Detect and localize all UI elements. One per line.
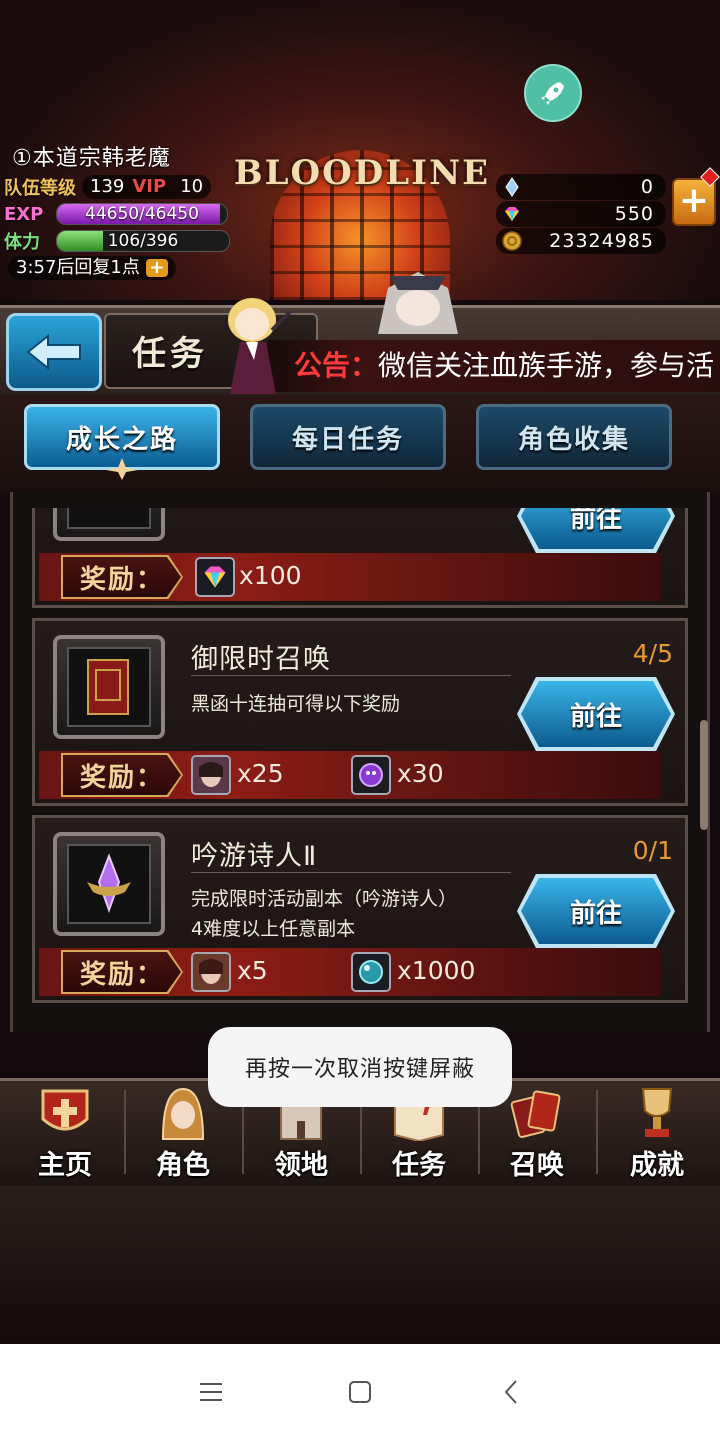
nav-label: 任务 [392,1150,446,1181]
nav-label: 召唤 [510,1150,564,1181]
notice-text: 微信关注血族手游，参与活 [378,349,715,382]
quest-description: 完成限时活动副本（吟游诗人） [191,888,458,910]
bottom-ornament [0,1186,720,1344]
notice-marquee: 公告：微信关注血族手游，参与活 [268,340,720,392]
reward-quantity: x30 [397,759,444,788]
rainbow-gem-icon [195,557,235,597]
game-logo: BLOODLINE [233,153,491,193]
rocket-icon [541,82,564,105]
tab-daily-quests[interactable]: 每日任务 [250,404,446,470]
toast-message: 再按一次取消按键屏蔽 [208,1027,512,1107]
nav-label: 主页 [38,1150,92,1181]
back-icon[interactable] [500,1378,524,1406]
nav-achievement[interactable]: 成就 [598,1082,716,1182]
back-button[interactable] [6,313,102,391]
summon-cards-icon [510,1090,561,1138]
chibi-character-silver [378,272,458,334]
vip-value: 10 [180,176,204,197]
active-tab-indicator-icon [106,458,138,480]
stamina-plus-button[interactable]: + [145,259,168,277]
purple-crystal-icon [87,853,131,913]
team-level-value: 139 [90,176,125,197]
hero-fragment-icon [191,952,231,992]
crystal-icon [505,177,519,197]
recover-pill: 3:57后回复1点 + [8,256,176,280]
stamina-row: 体力 106/396 [4,228,230,254]
nav-home[interactable]: 主页 [6,1082,124,1182]
team-level-row: 队伍等级 139 VIP 10 [4,174,212,200]
stamina-bar: 106/396 [56,230,230,252]
resource-gold: 23324985 [496,228,666,254]
level-pill: 139 VIP 10 [82,175,212,199]
reward-quantity: x1000 [397,956,476,985]
rocket-button[interactable] [524,64,582,122]
nav-label: 成就 [630,1150,684,1181]
reward-quantity: x25 [237,759,284,788]
quest-icon [53,635,165,739]
stamina-value: 106/396 [107,231,179,251]
chibi-character-blonde [228,298,292,394]
teal-orb-icon [351,952,391,992]
quest-card: 御限时召唤 黑函十连抽可得以下奖励 4/5 前往 奖励： x25 x30 [32,618,688,806]
go-button[interactable]: 前往 [521,681,671,747]
gem-value: 550 [614,203,654,225]
quest-title: 吟游诗人Ⅱ [191,841,318,872]
quest-icon [53,832,165,936]
vip-label: VIP [132,176,167,197]
gold-value: 23324985 [549,230,654,252]
home-shield-icon [41,1089,89,1131]
home-icon[interactable] [347,1379,373,1405]
gold-coin-icon [502,231,522,251]
divider [191,675,511,676]
exp-bar: 44650/46450 [56,203,228,225]
list-scrollbar[interactable] [700,720,708,830]
hero-fragment-icon [191,755,231,795]
resource-gem: 550 [496,201,666,227]
resource-crystal: 0 [496,174,666,200]
quest-title: 御限时召唤 [191,644,331,675]
go-button[interactable]: 前往 [521,878,671,944]
reward-label: 奖励： [63,755,181,795]
back-arrow-icon [26,333,81,371]
black-letter-book-icon [87,659,129,715]
exp-row: EXP 44650/46450 [4,201,228,227]
exp-value: 44650/46450 [85,204,199,224]
reward-quantity: x100 [239,561,302,590]
nav-label: 角色 [156,1150,210,1181]
rainbow-gem-icon [505,207,519,221]
trophy-icon [641,1088,673,1137]
reward-quantity: x5 [237,956,268,985]
divider [191,872,511,873]
quest-progress: 4/5 [632,639,673,668]
reward-strip: 奖励： x25 x30 [39,751,661,799]
recover-row: 3:57后回复1点 + [8,255,176,281]
page-title: 任务 [132,334,208,374]
team-level-label: 队伍等级 [4,178,76,199]
menu-icon[interactable] [198,1380,224,1404]
system-navigation-bar [0,1344,720,1440]
quest-progress: 0/1 [632,836,673,865]
quest-card: 吟游诗人Ⅱ 完成限时活动副本（吟游诗人） 4难度以上任意副本 0/1 前往 奖励… [32,815,688,1003]
reward-strip: 奖励： x100 [39,553,661,601]
stamina-label: 体力 [4,232,40,253]
exp-label: EXP [4,203,44,225]
nav-label: 领地 [274,1150,328,1181]
quest-description-line2: 4难度以上任意副本 [191,918,356,940]
reward-label: 奖励： [63,557,181,597]
recover-text: 3:57后回复1点 [16,257,140,278]
character-hood-icon [161,1087,205,1140]
reward-strip: 奖励： x5 x1000 [39,948,661,996]
tab-character-collection[interactable]: 角色收集 [476,404,672,470]
reward-label: 奖励： [63,952,181,992]
player-name: ①本道宗韩老魔 [12,146,171,171]
purple-orb-icon [351,755,391,795]
quest-description: 黑函十连抽可得以下奖励 [191,693,401,715]
crystal-value: 0 [640,176,654,198]
